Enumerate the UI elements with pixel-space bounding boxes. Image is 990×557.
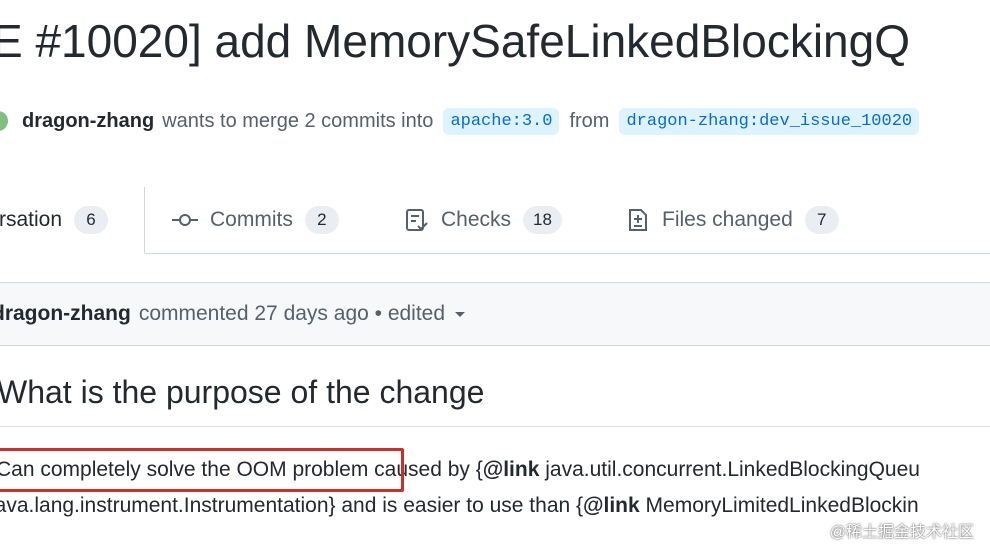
tab-counter: 18 [523,206,562,234]
comment-paragraph-line-2: java.lang.instrument.Instrumentation} an… [0,494,919,518]
pr-author-link[interactable]: dragon-zhang [22,110,154,133]
tab-counter: 6 [74,206,109,234]
pr-meta: dragon-zhang wants to merge 2 commits in… [0,106,929,136]
comment-heading: What is the purpose of the change [0,374,485,410]
tab-label: Files changed [662,208,793,231]
comment-meta: commented 27 days ago • edited [138,302,446,325]
tab-label: Commits [210,208,293,231]
comment-header: dragon-zhang commented 27 days ago • edi… [0,282,990,346]
tab-files-changed[interactable]: Files changed 7 [626,187,839,253]
heading-divider [0,426,990,427]
head-branch-badge[interactable]: dragon-zhang:dev_issue_10020 [619,107,920,135]
file-diff-icon [629,209,647,231]
merge-text: wants to merge 2 commits into [162,109,434,132]
link-keyword: @link [482,458,540,481]
watermark: @稀土掘金技术社区 [829,524,974,541]
tab-counter: 2 [304,206,339,234]
chevron-down-icon[interactable] [455,311,466,317]
base-branch-badge[interactable]: apache:3.0 [443,107,560,135]
tab-commits[interactable]: Commits 2 [172,187,339,253]
pr-title: E #10020] add MemorySafeLinkedBlockingQ [0,15,911,67]
text-span: java.lang.instrument.Instrumentation} an… [0,494,584,517]
tab-label: rsation [0,208,63,231]
avatar[interactable] [0,111,8,131]
commit-icon [172,214,198,226]
link-keyword: @link [583,494,640,517]
tab-conversation[interactable]: rsation 6 [0,187,145,254]
pr-tabs: rsation 6 Commits 2 Checks 18 Files chan… [0,187,990,254]
tab-counter: 7 [804,206,839,234]
text-span: java.util.concurrent.LinkedBlockingQueu [539,458,920,481]
tab-checks[interactable]: Checks 18 [405,187,562,253]
comment-author-link[interactable]: dragon-zhang [0,302,131,326]
checklist-icon [406,209,428,231]
red-highlight-box [0,448,404,492]
from-text: from [569,109,610,132]
tab-label: Checks [441,208,512,231]
text-span: MemoryLimitedLinkedBlockin [639,494,919,517]
